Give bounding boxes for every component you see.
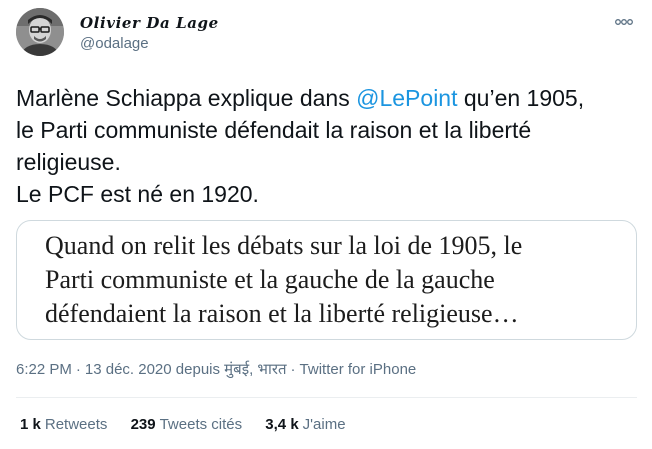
tweet-location: depuis मुंबई, भारत — [175, 361, 287, 378]
tweet-line: Marlène Schiappa explique dans @LePoint … — [16, 82, 636, 114]
media-image[interactable]: Quand on relit les débats sur la loi de … — [16, 220, 637, 340]
tweet-line: le Parti communiste défendait la raison … — [16, 117, 532, 143]
tweet-text: Marlène Schiappa explique dans @LePoint … — [16, 82, 636, 210]
quoted-line: défendaient la raison et la liberté reli… — [45, 299, 519, 328]
tweet-date[interactable]: 13 déc. 2020 — [85, 361, 172, 378]
quote-tweets-stat[interactable]: 239 Tweets cités — [131, 415, 243, 435]
tweet-source[interactable]: Twitter for iPhone — [300, 361, 417, 378]
avatar-photo — [16, 8, 64, 56]
tweet-line: Le PCF est né en 1920. — [16, 181, 259, 207]
author-display-name[interactable]: Olivier Da Lage — [80, 13, 219, 33]
tweet-metadata: 6:22 PM · 13 déc. 2020 depuis मुंबई, भारत ·… — [16, 360, 416, 380]
quoted-article-text: Quand on relit les débats sur la loi de … — [45, 229, 522, 331]
tweet-text-segment: qu’en 1905, — [457, 85, 585, 111]
tweet: Olivier Da Lage @odalage Marlène Schiapp… — [0, 0, 652, 449]
quote-tweets-count: 239 — [130, 416, 156, 433]
separator: · — [290, 361, 296, 378]
author-handle[interactable]: @odalage — [80, 34, 219, 54]
avatar[interactable] — [16, 8, 64, 56]
retweets-label: Retweets — [44, 416, 108, 433]
quoted-line: Parti communiste et la gauche de la gauc… — [45, 265, 495, 294]
author-info: Olivier Da Lage @odalage — [80, 13, 219, 54]
quoted-line: Quand on relit les débats sur la loi de … — [45, 231, 523, 260]
likes-count: 3,4 k — [265, 416, 299, 433]
separator: · — [75, 361, 81, 378]
retweets-stat[interactable]: 1 k Retweets — [20, 415, 107, 435]
retweets-count: 1 k — [20, 416, 41, 433]
mention-link[interactable]: @LePoint — [356, 85, 457, 111]
tweet-time[interactable]: 6:22 PM — [16, 361, 72, 378]
tweet-text-segment: Marlène Schiappa explique dans — [16, 85, 357, 111]
divider — [16, 397, 637, 398]
tweet-stats: 1 k Retweets 239 Tweets cités 3,4 k J'aime — [20, 415, 365, 435]
more-options-button[interactable] — [610, 10, 638, 34]
quote-tweets-label: Tweets cités — [159, 416, 243, 433]
likes-label: J'aime — [302, 416, 346, 433]
more-horizontal-icon — [615, 19, 633, 25]
tweet-line: religieuse. — [16, 149, 121, 175]
likes-stat[interactable]: 3,4 k J'aime — [265, 415, 345, 435]
